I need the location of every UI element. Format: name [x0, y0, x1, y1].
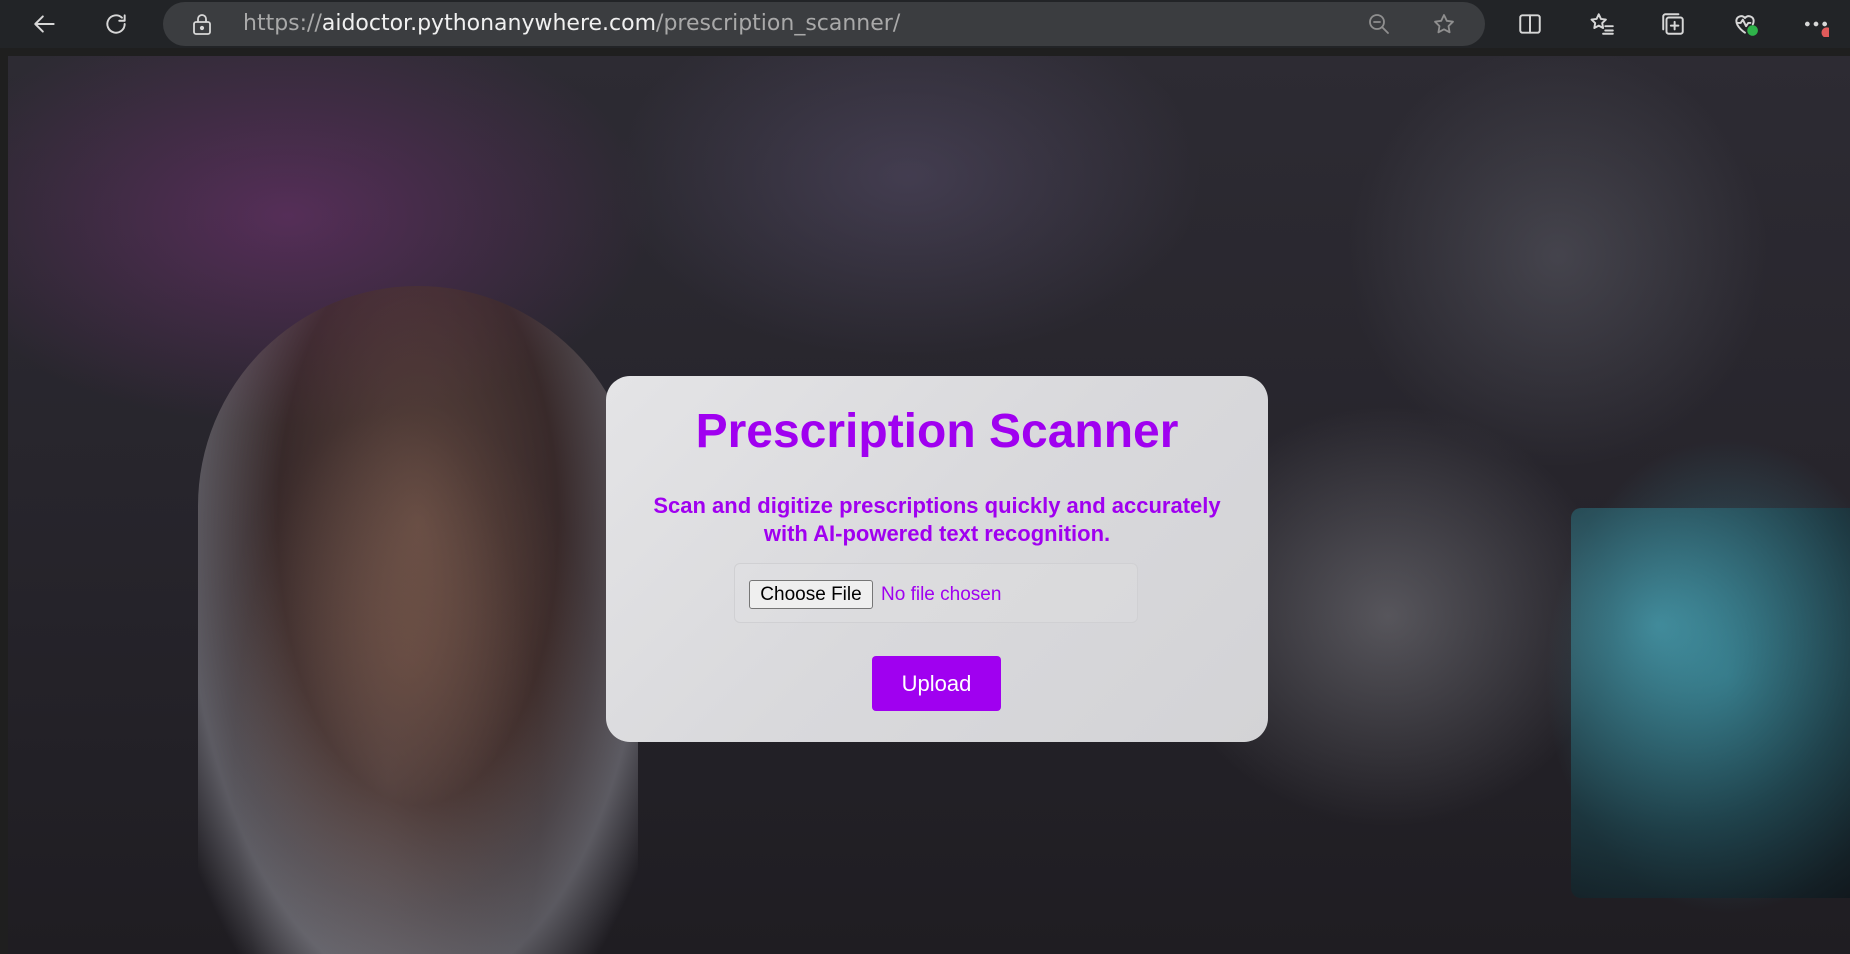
url-text[interactable]: https://aidoctor.pythonanywhere.com/pres…: [243, 12, 900, 36]
page-viewport: Prescription Scanner Scan and digitize p…: [8, 56, 1850, 954]
upload-button[interactable]: Upload: [872, 656, 1001, 711]
back-arrow-icon[interactable]: [29, 8, 61, 40]
page-subtitle: Scan and digitize prescriptions quickly …: [626, 492, 1248, 548]
more-menu-icon[interactable]: [1800, 8, 1832, 40]
collections-icon[interactable]: [1657, 8, 1689, 40]
zoom-out-icon[interactable]: [1363, 10, 1395, 38]
subtitle-line-2: with AI-powered text recognition.: [763, 521, 1111, 546]
url-path: /prescription_scanner/: [656, 11, 901, 36]
url-host: aidoctor.pythonanywhere.com: [321, 11, 657, 36]
address-bar[interactable]: https://aidoctor.pythonanywhere.com/pres…: [163, 2, 1485, 46]
favorite-star-icon[interactable]: [1428, 10, 1460, 38]
lock-icon[interactable]: [191, 12, 213, 41]
scanner-card: Prescription Scanner Scan and digitize p…: [606, 376, 1268, 742]
browser-essentials-icon[interactable]: [1729, 8, 1761, 40]
refresh-icon[interactable]: [100, 8, 132, 40]
file-input[interactable]: Choose File No file chosen: [734, 563, 1138, 623]
split-screen-icon[interactable]: [1514, 8, 1546, 40]
choose-file-button[interactable]: Choose File: [749, 580, 873, 609]
background-monitor: [1571, 508, 1850, 898]
url-prefix: https://: [243, 11, 322, 36]
page-title: Prescription Scanner: [695, 405, 1179, 458]
file-status-text: No file chosen: [881, 584, 1002, 605]
background-doctor-figure: [198, 286, 638, 954]
subtitle-line-1: Scan and digitize prescriptions quickly …: [653, 493, 1221, 518]
browser-toolbar: https://aidoctor.pythonanywhere.com/pres…: [0, 0, 1850, 48]
favorites-list-icon[interactable]: [1586, 8, 1618, 40]
